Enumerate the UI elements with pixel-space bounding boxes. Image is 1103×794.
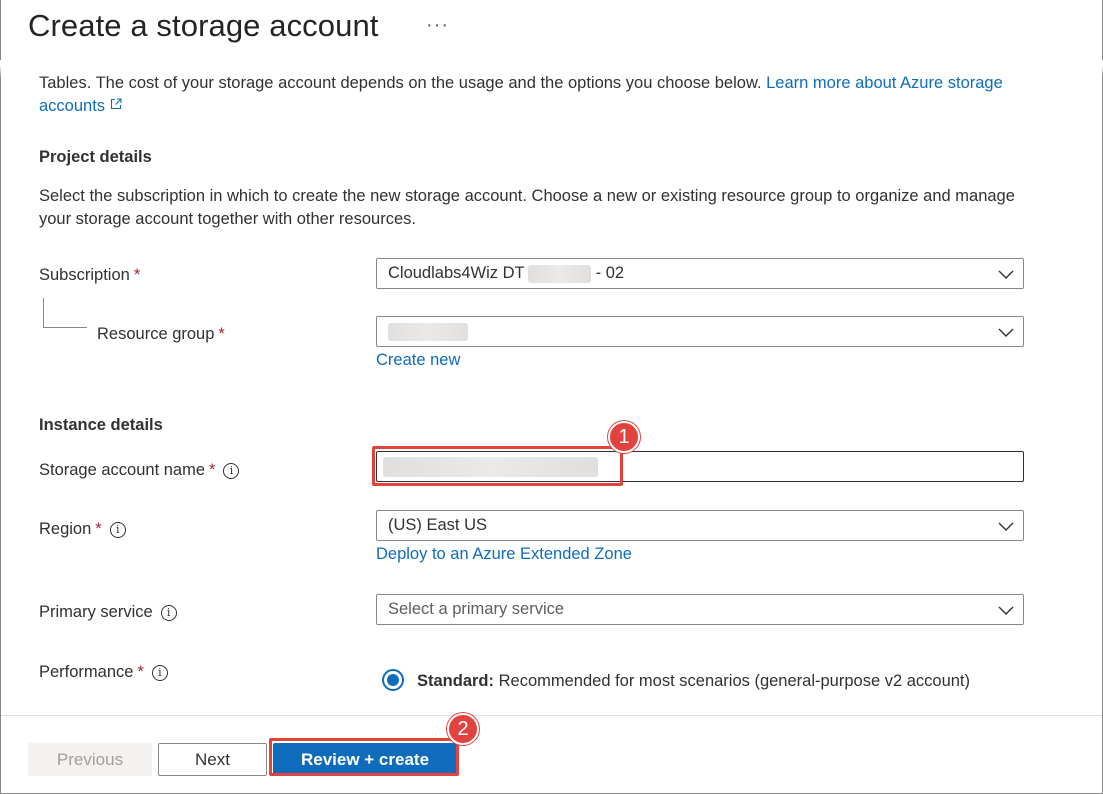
chevron-down-icon: [998, 522, 1014, 531]
required-asterisk: *: [209, 461, 216, 479]
performance-standard-radio[interactable]: [382, 669, 404, 691]
storage-account-name-label-text: Storage account name: [39, 461, 206, 479]
info-icon[interactable]: i: [160, 604, 177, 621]
tree-connector: [43, 298, 87, 328]
redacted-text: [383, 456, 598, 477]
chevron-down-icon: [998, 606, 1014, 615]
primary-service-label-text: Primary service: [39, 603, 153, 621]
performance-standard-bold: Standard:: [417, 672, 495, 690]
create-new-resource-group-link[interactable]: Create new: [376, 351, 460, 370]
storage-account-name-input[interactable]: [376, 451, 1024, 482]
annotation-badge-1: 1: [608, 421, 640, 453]
primary-service-placeholder: Select a primary service: [388, 600, 565, 618]
form-scroll-area[interactable]: Tables. The cost of your storage account…: [0, 60, 1103, 714]
primary-service-label: Primary service i: [39, 603, 177, 622]
subscription-dropdown[interactable]: Cloudlabs4Wiz DT - 02: [376, 258, 1024, 289]
region-dropdown[interactable]: (US) East US: [376, 510, 1024, 541]
info-icon[interactable]: i: [109, 521, 126, 538]
region-label-text: Region: [39, 520, 92, 538]
subscription-label: Subscription *: [39, 266, 140, 285]
subscription-label-text: Subscription: [39, 266, 130, 284]
footer-bar: Previous Next Review + create: [1, 715, 1102, 793]
performance-standard-desc: Recommended for most scenarios (general-…: [498, 672, 971, 690]
required-asterisk: *: [218, 325, 225, 343]
info-icon[interactable]: i: [223, 462, 240, 479]
performance-standard-label[interactable]: Standard: Recommended for most scenarios…: [417, 672, 970, 691]
subscription-value-suffix: - 02: [595, 264, 625, 282]
deploy-extended-zone-link[interactable]: Deploy to an Azure Extended Zone: [376, 545, 632, 564]
required-asterisk: *: [95, 520, 102, 538]
required-asterisk: *: [133, 266, 141, 284]
required-asterisk: *: [137, 663, 144, 681]
next-button[interactable]: Next: [158, 743, 267, 776]
review-create-button[interactable]: Review + create: [273, 743, 457, 776]
chevron-down-icon: [998, 270, 1014, 279]
intro-description: Tables. The cost of your storage account…: [39, 74, 762, 92]
region-label: Region * i: [39, 520, 126, 539]
chevron-down-icon: [998, 328, 1014, 337]
region-value: (US) East US: [388, 516, 488, 534]
redacted-text: [388, 322, 468, 341]
info-icon[interactable]: i: [151, 664, 168, 681]
subscription-value-prefix: Cloudlabs4Wiz DT: [388, 264, 525, 282]
resource-group-dropdown[interactable]: [376, 316, 1024, 347]
performance-label-text: Performance: [39, 663, 134, 681]
instance-details-heading: Instance details: [39, 416, 163, 434]
resource-group-label-text: Resource group: [97, 325, 215, 343]
project-details-heading: Project details: [39, 148, 152, 166]
project-details-description: Select the subscription in which to crea…: [39, 187, 1015, 228]
resource-group-label: Resource group *: [97, 325, 225, 344]
previous-button[interactable]: Previous: [28, 743, 152, 776]
performance-label: Performance * i: [39, 663, 168, 682]
page-title: Create a storage account: [28, 8, 379, 43]
intro-text: Tables. The cost of your storage account…: [39, 72, 1029, 118]
primary-service-dropdown[interactable]: Select a primary service: [376, 594, 1024, 625]
storage-account-name-label: Storage account name * i: [39, 461, 240, 480]
redacted-text: [527, 264, 591, 283]
external-link-icon: [110, 98, 122, 110]
more-options-button[interactable]: ···: [426, 14, 449, 37]
annotation-badge-2: 2: [447, 713, 479, 745]
